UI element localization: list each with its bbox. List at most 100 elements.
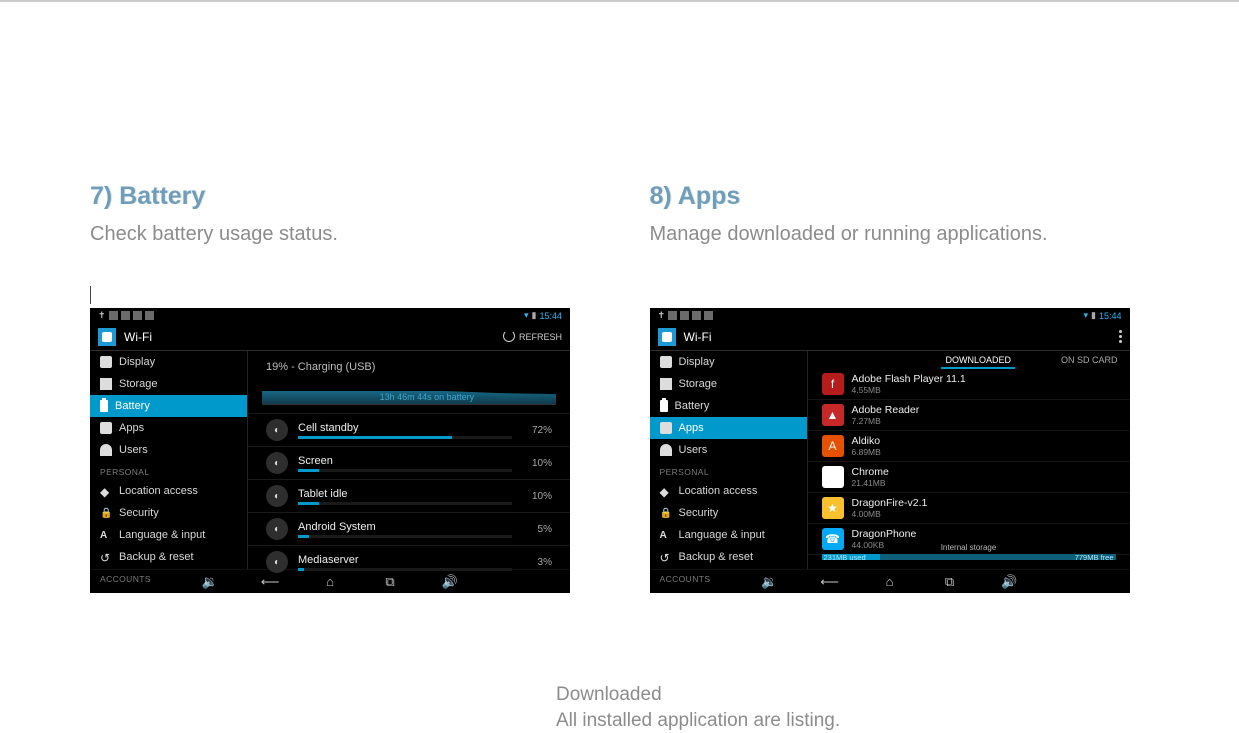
app-icon: ▲ <box>822 404 844 426</box>
status-icon <box>680 311 689 320</box>
app-size: 7.27MB <box>852 416 1116 426</box>
apps-screenshot: ✝ ▾ ▮ 15:44 Wi-Fi Display <box>650 308 1130 593</box>
battery-usage-row[interactable]: ◐Screen10% <box>248 446 570 479</box>
nav-vol-up-icon[interactable]: 🔊 <box>1002 575 1018 589</box>
apps-tabs: DOWNLOADED ON SD CARD <box>808 351 1130 369</box>
status-icon <box>668 311 677 320</box>
sidebar-item-apps[interactable]: Apps <box>90 417 247 439</box>
app-name: DragonPhone <box>852 528 1116 540</box>
app-list-row[interactable]: fAdobe Flash Player 11.14.55MB <box>808 369 1130 400</box>
storage-free: 779MB free <box>1075 553 1114 562</box>
nav-vol-down-icon[interactable]: 🔉 <box>762 575 778 589</box>
sidebar-item-backup[interactable]: Backup & reset <box>650 546 807 568</box>
sidebar-item-users[interactable]: Users <box>650 439 807 461</box>
status-time: 15:44 <box>1099 311 1122 321</box>
storage-used: 231MB used <box>824 553 866 562</box>
nav-back-icon[interactable]: ⟵ <box>822 575 838 589</box>
tab-sdcard[interactable]: ON SD CARD <box>1061 355 1118 369</box>
usage-row-pct: 3% <box>522 557 552 568</box>
battery-duration: 13h 46m 44s on battery <box>380 392 475 402</box>
sidebar-item-backup[interactable]: Backup & reset <box>90 546 247 568</box>
sidebar-item-language[interactable]: Language & input <box>90 524 247 546</box>
sidebar-item-apps[interactable]: Apps <box>650 417 807 439</box>
status-icon <box>704 311 713 320</box>
battery-section: 7) Battery Check battery usage status. ✝… <box>90 182 590 593</box>
apps-subhead: Manage downloaded or running application… <box>650 223 1150 246</box>
usage-row-icon: ◐ <box>266 551 288 573</box>
sidebar-section-accounts: ACCOUNTS <box>650 568 807 587</box>
sidebar-item-security[interactable]: Security <box>650 502 807 524</box>
status-left-icons: ✝ <box>98 310 154 321</box>
app-icon: ★ <box>822 497 844 519</box>
usage-row-pct: 10% <box>522 458 552 469</box>
storage-icon <box>100 378 112 390</box>
apps-icon <box>100 422 112 434</box>
battery-usage-row[interactable]: ◐Tablet idle10% <box>248 479 570 512</box>
app-name: DragonFire-v2.1 <box>852 497 1116 509</box>
sidebar-item-users[interactable]: Users <box>90 439 247 461</box>
refresh-label: REFRESH <box>519 332 562 342</box>
sidebar-item-storage[interactable]: Storage <box>90 373 247 395</box>
backup-icon <box>100 551 112 563</box>
users-icon <box>100 444 112 456</box>
status-right-icons: ▾ ▮ 15:44 <box>1083 310 1121 321</box>
battery-usage-row[interactable]: ◐Cell standby72% <box>248 413 570 446</box>
storage-icon <box>660 378 672 390</box>
battery-subhead: Check battery usage status. <box>90 223 590 246</box>
usage-row-pct: 72% <box>522 425 552 436</box>
battery-heading: 7) Battery <box>90 182 590 211</box>
nav-home-icon[interactable]: ⌂ <box>882 575 898 589</box>
apps-heading: 8) Apps <box>650 182 1150 211</box>
sidebar-item-battery[interactable]: Battery <box>650 395 807 417</box>
sidebar-item-storage[interactable]: Storage <box>650 373 807 395</box>
usage-row-icon: ◐ <box>266 485 288 507</box>
app-list-row[interactable]: ▲Adobe Reader7.27MB <box>808 400 1130 431</box>
battery-graph[interactable]: 13h 46m 44s on battery <box>262 379 556 405</box>
actionbar-title: Wi-Fi <box>684 330 1111 344</box>
sidebar-item-security[interactable]: Security <box>90 502 247 524</box>
app-icon: ☎ <box>822 528 844 550</box>
app-list-row[interactable]: ●Chrome21.41MB <box>808 462 1130 493</box>
app-list-row[interactable]: AAldiko6.89MB <box>808 431 1130 462</box>
refresh-button[interactable]: REFRESH <box>503 330 562 344</box>
location-icon <box>100 485 112 497</box>
sidebar-section-accounts: ACCOUNTS <box>90 568 247 587</box>
sidebar-item-language[interactable]: Language & input <box>650 524 807 546</box>
battery-screenshot: ✝ ▾ ▮ 15:44 Wi-Fi REFRESH <box>90 308 570 593</box>
apps-section: 8) Apps Manage downloaded or running app… <box>650 182 1150 593</box>
overflow-menu-icon[interactable] <box>1119 330 1122 343</box>
sidebar-item-location[interactable]: Location access <box>90 480 247 502</box>
app-size: 4.00MB <box>852 509 1116 519</box>
app-list-row[interactable]: ★ DragonFire-v2.14.00MB <box>808 493 1130 524</box>
usage-row-name: Tablet idle <box>298 488 512 500</box>
sidebar-item-display[interactable]: Display <box>90 351 247 373</box>
sidebar-section-personal: PERSONAL <box>90 461 247 480</box>
app-icon: f <box>822 373 844 395</box>
backup-icon <box>660 551 672 563</box>
nav-recent-icon[interactable]: ⧉ <box>942 575 958 589</box>
battery-usage-row[interactable]: ◐Mediaserver3% <box>248 545 570 578</box>
sidebar-item-location[interactable]: Location access <box>650 480 807 502</box>
sidebar-item-battery[interactable]: Battery <box>90 395 247 417</box>
battery-content: 19% - Charging (USB) 13h 46m 44s on batt… <box>248 351 570 569</box>
apps-content: DOWNLOADED ON SD CARD fAdobe Flash Playe… <box>808 351 1130 569</box>
wifi-icon: ▾ <box>1083 310 1088 321</box>
battery-charge-status[interactable]: 19% - Charging (USB) <box>248 351 570 375</box>
sidebar-section-personal: PERSONAL <box>650 461 807 480</box>
usage-row-pct: 5% <box>522 524 552 535</box>
status-right-icons: ▾ ▮ 15:44 <box>524 310 562 321</box>
display-icon <box>100 356 112 368</box>
storage-bar: 231MB used 779MB free <box>822 554 1116 560</box>
nav-vol-down-icon[interactable]: 🔉 <box>202 575 218 589</box>
text-cursor <box>90 286 91 304</box>
usage-row-icon: ◐ <box>266 419 288 441</box>
apps-icon <box>660 422 672 434</box>
usage-row-name: Android System <box>298 521 512 533</box>
tab-downloaded[interactable]: DOWNLOADED <box>945 355 1011 369</box>
actionbar-title: Wi-Fi <box>124 330 495 344</box>
app-icon: ● <box>822 466 844 488</box>
battery-usage-row[interactable]: ◐Android System5% <box>248 512 570 545</box>
wifi-icon: ▾ <box>524 310 529 321</box>
sidebar-item-display[interactable]: Display <box>650 351 807 373</box>
app-size: 21.41MB <box>852 478 1116 488</box>
